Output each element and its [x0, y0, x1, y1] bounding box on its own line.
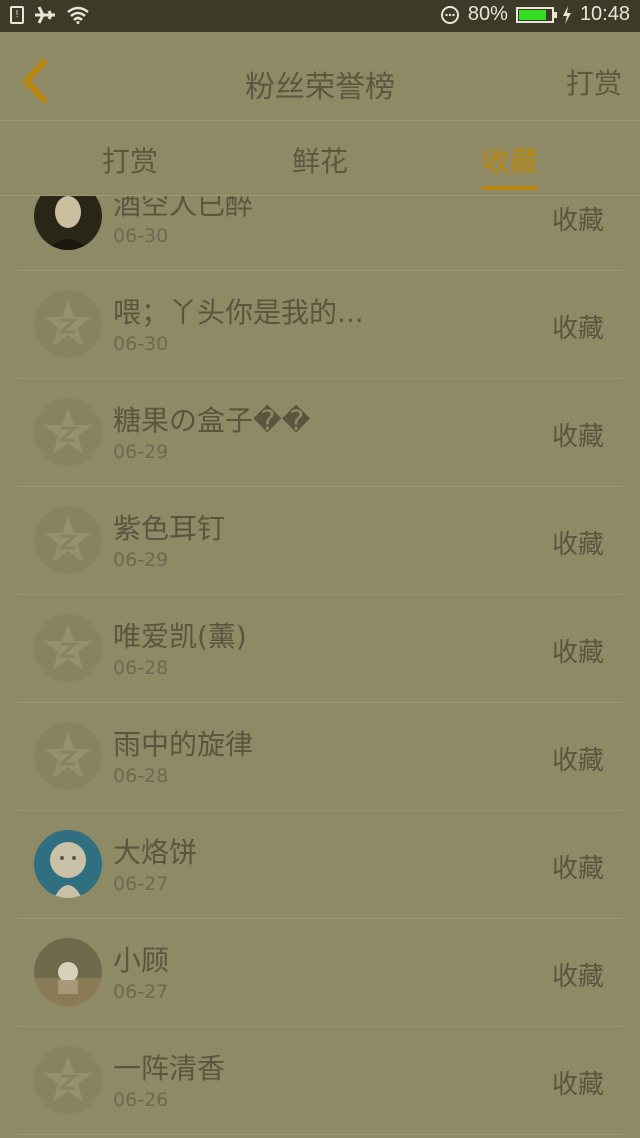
- fan-action-label: 收藏: [551, 314, 604, 344]
- default-avatar-icon: [34, 614, 102, 682]
- fan-name: 糖果の盒子��: [113, 404, 311, 437]
- battery-icon: [515, 6, 557, 23]
- tab-bar: 打赏 鲜花 收藏: [0, 120, 640, 196]
- default-avatar-icon: [34, 1046, 102, 1114]
- clock: 10:48: [579, 3, 630, 25]
- fan-action-label: 收藏: [551, 422, 604, 452]
- list-item[interactable]: 小顾 06-27 收藏: [18, 918, 622, 1027]
- avatar: [34, 938, 102, 1006]
- list-item[interactable]: 雨中的旋律 06-28 收藏: [18, 702, 622, 811]
- avatar: [34, 830, 102, 898]
- reward-button[interactable]: 打赏: [566, 62, 622, 102]
- list-item[interactable]: 糖果の盒子�� 06-29 收藏: [18, 378, 622, 487]
- fan-action-label: 收藏: [551, 854, 604, 884]
- fan-date: 06-28: [113, 765, 169, 787]
- status-bar: ! 80% 10:48: [0, 0, 640, 32]
- fan-name: 一阵清香: [113, 1052, 226, 1085]
- airplane-icon: [35, 6, 55, 24]
- chat-icon: [440, 5, 459, 24]
- sim-icon: !: [10, 6, 24, 24]
- fan-name: 小顾: [113, 944, 170, 977]
- fan-date: 06-27: [113, 873, 169, 895]
- fan-action-label: 收藏: [551, 638, 604, 668]
- fan-name: 紫色耳钉: [113, 512, 226, 545]
- active-tab-indicator: [482, 186, 538, 190]
- fan-date: 06-28: [113, 657, 169, 679]
- fan-date: 06-26: [113, 1089, 169, 1111]
- list-item[interactable]: 唯爱凯(薰) 06-28 收藏: [18, 594, 622, 703]
- fan-action-label: 收藏: [551, 1070, 604, 1100]
- fan-name: 酒空人已醉: [113, 196, 254, 221]
- fan-date: 06-27: [113, 981, 169, 1003]
- fan-action-label: 收藏: [551, 962, 604, 992]
- fan-action-label: 收藏: [551, 206, 604, 236]
- fan-date: 06-30: [113, 225, 169, 247]
- list-item[interactable]: 酒空人已醉 06-30 收藏: [18, 196, 622, 271]
- tab-favorites[interactable]: 收藏: [450, 140, 570, 180]
- tab-flowers[interactable]: 鲜花: [260, 140, 380, 180]
- fan-name: 喂；丫头你是我的...: [113, 296, 364, 329]
- default-avatar-icon: [34, 506, 102, 574]
- fan-name: 唯爱凯(薰): [113, 620, 247, 653]
- tab-reward[interactable]: 打赏: [70, 140, 190, 180]
- nav-bar: 粉丝荣誉榜 打赏: [0, 32, 640, 121]
- default-avatar-icon: [34, 290, 102, 358]
- list-item[interactable]: 一阵清香 06-26 收藏: [18, 1026, 622, 1135]
- fan-action-label: 收藏: [551, 746, 604, 776]
- avatar: [34, 196, 102, 250]
- list-item[interactable]: 大烙饼 06-27 收藏: [18, 810, 622, 919]
- default-avatar-icon: [34, 398, 102, 466]
- fan-date: 06-30: [113, 333, 169, 355]
- fan-date: 06-29: [113, 441, 169, 463]
- fan-list: 酒空人已醉 06-30 收藏 喂；丫头你是我的... 06-30 收藏 糖果の盒…: [0, 196, 640, 1138]
- fan-name: 雨中的旋律: [113, 728, 254, 761]
- fan-action-label: 收藏: [551, 530, 604, 560]
- charging-icon: [562, 5, 571, 24]
- page-title: 粉丝荣誉榜: [245, 70, 395, 105]
- default-avatar-icon: [34, 722, 102, 790]
- battery-percent: 80%: [467, 3, 508, 25]
- fan-date: 06-29: [113, 549, 169, 571]
- wifi-icon: [67, 6, 89, 24]
- fan-name: 大烙饼: [113, 836, 198, 869]
- list-item[interactable]: 紫色耳钉 06-29 收藏: [18, 486, 622, 595]
- list-item[interactable]: 喂；丫头你是我的... 06-30 收藏: [18, 270, 622, 379]
